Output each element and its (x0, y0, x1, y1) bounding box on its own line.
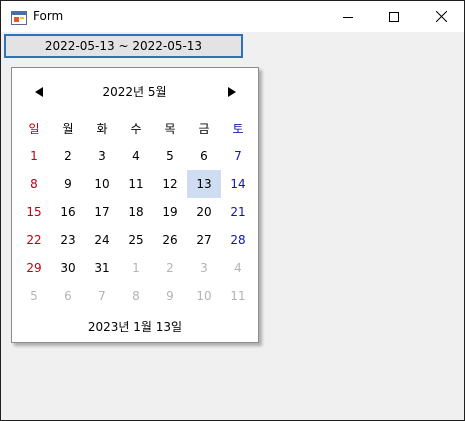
week-row: 1234567 (17, 142, 255, 170)
day-cell[interactable]: 11 (221, 282, 255, 310)
day-cell[interactable]: 21 (221, 198, 255, 226)
day-cell[interactable]: 4 (221, 254, 255, 282)
day-cell[interactable]: 7 (221, 142, 255, 170)
day-cell[interactable]: 30 (51, 254, 85, 282)
day-cell[interactable]: 12 (153, 170, 187, 198)
prev-month-button[interactable] (31, 85, 47, 99)
day-cell-selected[interactable]: 13 (187, 170, 221, 198)
date-range-textbox[interactable]: 2022-05-13 ~ 2022-05-13 (4, 34, 243, 58)
day-cell[interactable]: 16 (51, 198, 85, 226)
day-cell[interactable]: 10 (187, 282, 221, 310)
weekday-header: 일 (28, 121, 40, 136)
week-row: 22 23 24 25 26 27 28 (17, 226, 255, 254)
day-cell[interactable]: 19 (153, 198, 187, 226)
day-cell[interactable]: 26 (153, 226, 187, 254)
client-area: 2022-05-13 ~ 2022-05-13 2022년 5월 일 월 화 수 목 금 토… (1, 32, 464, 420)
day-cell[interactable]: 2 (153, 254, 187, 282)
triangle-left-icon (35, 87, 43, 97)
day-cell[interactable]: 11 (119, 170, 153, 198)
day-cell[interactable]: 8 (17, 170, 51, 198)
date-range-text: 2022-05-13 ~ 2022-05-13 (44, 39, 203, 53)
day-cell[interactable]: 1 (17, 142, 51, 170)
maximize-icon (389, 11, 399, 22)
weekday-header: 수 (130, 121, 142, 136)
day-cell[interactable]: 6 (51, 282, 85, 310)
maximize-button[interactable] (371, 1, 417, 32)
day-cell[interactable]: 7 (85, 282, 119, 310)
day-cell[interactable]: 14 (221, 170, 255, 198)
weekday-header: 토 (232, 121, 244, 136)
day-cell[interactable]: 5 (17, 282, 51, 310)
app-icon[interactable] (11, 10, 27, 25)
today-label[interactable]: 2023년 1월 13일 (12, 318, 258, 335)
day-cell[interactable]: 18 (119, 198, 153, 226)
form-window: Form 2022-05-13 ~ 2022-05-13 2022년 5월 일 … (0, 0, 465, 421)
weeks-container: 1 2 3 4 5 6 7 8 9 10 11 12 13 14 15 16 17 18 19 20 21 22 23 24 2… (17, 142, 255, 310)
next-month-button[interactable] (224, 85, 240, 99)
day-cell[interactable]: 31 (85, 254, 119, 282)
day-cell[interactable]: 3 (187, 254, 221, 282)
day-cell[interactable]: 15 (17, 198, 51, 226)
day-cell[interactable]: 5 (153, 142, 187, 170)
weekday-header: 금 (198, 121, 210, 136)
day-cell[interactable]: 9 (51, 170, 85, 198)
weekday-header-row: 일월화수목금토 (17, 114, 255, 142)
triangle-right-icon (228, 87, 236, 97)
weekday-header: 목 (164, 121, 176, 136)
day-cell[interactable]: 3 (85, 142, 119, 170)
close-icon (435, 11, 447, 22)
day-cell[interactable]: 23 (51, 226, 85, 254)
day-cell[interactable]: 17 (85, 198, 119, 226)
day-cell[interactable]: 8 (119, 282, 153, 310)
day-cell[interactable]: 10 (85, 170, 119, 198)
week-row: 29 30 31 1 2 3 4 (17, 254, 255, 282)
window-title: Form (33, 9, 64, 23)
day-cell[interactable]: 20 (187, 198, 221, 226)
day-cell[interactable]: 4 (119, 142, 153, 170)
day-cell[interactable]: 29 (17, 254, 51, 282)
week-row: 15 16 17 18 19 20 21 (17, 198, 255, 226)
month-calendar[interactable]: 2022년 5월 일월화수목금토 1 2 3 4 5 6 7 8 9 10 11 12 13 14 15 16… (11, 67, 259, 343)
weekday-header: 화 (96, 121, 108, 136)
day-cell[interactable]: 27 (187, 226, 221, 254)
title-bar[interactable]: Form (1, 1, 464, 32)
day-cell[interactable]: 1 (119, 254, 153, 282)
day-cell[interactable]: 9 (153, 282, 187, 310)
day-cell[interactable]: 25 (119, 226, 153, 254)
day-cell[interactable]: 2 (51, 142, 85, 170)
day-cell[interactable]: 22 (17, 226, 51, 254)
close-button[interactable] (418, 1, 464, 32)
weekday-header: 월 (62, 121, 74, 136)
minimize-icon (343, 16, 353, 18)
week-row: 8 9 10 11 12 13 14 (17, 170, 255, 198)
minimize-button[interactable] (325, 1, 371, 32)
day-cell[interactable]: 28 (221, 226, 255, 254)
day-cell[interactable]: 24 (85, 226, 119, 254)
month-title[interactable]: 2022년 5월 (72, 83, 197, 100)
week-row: 5 6 7 8 9 10 11 (17, 282, 255, 310)
day-cell[interactable]: 6 (187, 142, 221, 170)
calendar-grid: 일월화수목금토 1 2 3 4 5 6 7 8 9 10 11 12 13 14 15 16 17 18 19 20 2… (17, 114, 255, 310)
